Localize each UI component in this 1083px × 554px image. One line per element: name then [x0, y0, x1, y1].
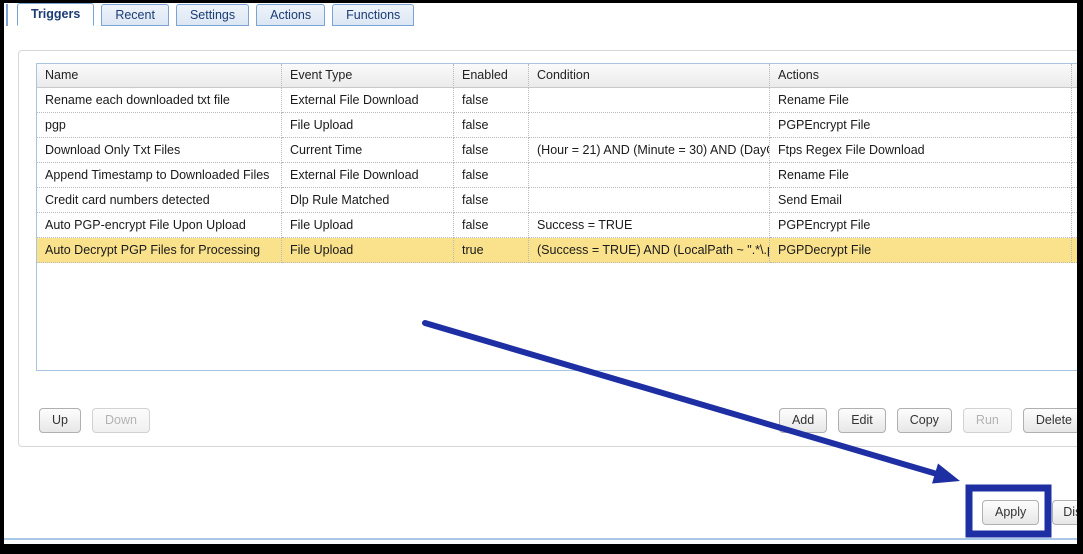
- cell-enabled: false: [454, 138, 529, 163]
- column-header-filler: [1072, 64, 1077, 88]
- crud-buttons: Add Edit Copy Run Delete: [779, 408, 1077, 433]
- table-row[interactable]: Rename each downloaded txt fileExternal …: [37, 88, 1077, 113]
- cell-name: Download Only Txt Files: [37, 138, 282, 163]
- cell-enabled: false: [454, 213, 529, 238]
- cell-enabled: true: [454, 238, 529, 263]
- cell-actions: PGPEncrypt File: [770, 113, 1072, 138]
- table-row[interactable]: Download Only Txt FilesCurrent Timefalse…: [37, 138, 1077, 163]
- table-body: Rename each downloaded txt fileExternal …: [37, 88, 1077, 263]
- triggers-panel: Name Event Type Enabled Condition Action…: [18, 50, 1077, 447]
- copy-button[interactable]: Copy: [897, 408, 952, 433]
- cell-event-type: External File Download: [282, 163, 454, 188]
- triggers-table: Name Event Type Enabled Condition Action…: [36, 63, 1077, 371]
- tab-bar: Triggers Recent Settings Actions Functio…: [4, 3, 414, 26]
- column-header-name[interactable]: Name: [37, 64, 282, 88]
- cell-event-type: Current Time: [282, 138, 454, 163]
- column-header-actions[interactable]: Actions: [770, 64, 1072, 88]
- cell-condition: [529, 163, 770, 188]
- cell-condition: (Hour = 21) AND (Minute = 30) AND (DayOf…: [529, 138, 770, 163]
- cell-name: Append Timestamp to Downloaded Files: [37, 163, 282, 188]
- cell-condition: (Success = TRUE) AND (LocalPath ~ ".*\.p…: [529, 238, 770, 263]
- cell-name: pgp: [37, 113, 282, 138]
- cell-filler: [1072, 163, 1077, 188]
- table-toolbar: Up Down Add Edit Copy Run Delete: [39, 408, 1077, 433]
- run-button: Run: [963, 408, 1012, 433]
- cell-name: Auto PGP-encrypt File Upon Upload: [37, 213, 282, 238]
- cell-condition: [529, 188, 770, 213]
- screenshot-frame: Triggers Recent Settings Actions Functio…: [0, 0, 1083, 554]
- table-header-row: Name Event Type Enabled Condition Action…: [37, 64, 1077, 88]
- cell-actions: Rename File: [770, 88, 1072, 113]
- cell-enabled: false: [454, 188, 529, 213]
- delete-button[interactable]: Delete: [1023, 408, 1077, 433]
- bottom-divider: [4, 538, 1077, 540]
- table-row[interactable]: Append Timestamp to Downloaded FilesExte…: [37, 163, 1077, 188]
- apply-discard-row: Apply Discard: [982, 500, 1077, 525]
- cell-event-type: External File Download: [282, 88, 454, 113]
- app-window: Triggers Recent Settings Actions Functio…: [4, 3, 1077, 544]
- cell-enabled: false: [454, 113, 529, 138]
- discard-button[interactable]: Discard: [1052, 500, 1077, 525]
- tab-actions[interactable]: Actions: [256, 4, 325, 26]
- cell-filler: [1072, 113, 1077, 138]
- cell-event-type: File Upload: [282, 113, 454, 138]
- cell-event-type: File Upload: [282, 213, 454, 238]
- table-row[interactable]: Credit card numbers detectedDlp Rule Mat…: [37, 188, 1077, 213]
- column-header-event-type[interactable]: Event Type: [282, 64, 454, 88]
- cell-actions: Rename File: [770, 163, 1072, 188]
- cell-event-type: Dlp Rule Matched: [282, 188, 454, 213]
- reorder-buttons: Up Down: [39, 408, 150, 433]
- cell-name: Auto Decrypt PGP Files for Processing: [37, 238, 282, 263]
- cell-condition: Success = TRUE: [529, 213, 770, 238]
- tab-recent[interactable]: Recent: [101, 4, 169, 26]
- cell-actions: Send Email: [770, 188, 1072, 213]
- table-row[interactable]: Auto PGP-encrypt File Upon UploadFile Up…: [37, 213, 1077, 238]
- annotation-arrow-head: [932, 464, 960, 484]
- down-button: Down: [92, 408, 150, 433]
- cell-filler: [1072, 213, 1077, 238]
- edit-button[interactable]: Edit: [838, 408, 886, 433]
- column-header-enabled[interactable]: Enabled: [454, 64, 529, 88]
- cell-event-type: File Upload: [282, 238, 454, 263]
- cell-enabled: false: [454, 163, 529, 188]
- tab-settings[interactable]: Settings: [176, 4, 249, 26]
- cell-enabled: false: [454, 88, 529, 113]
- tab-bar-left-edge: [6, 4, 8, 26]
- apply-button[interactable]: Apply: [982, 500, 1039, 525]
- table-row[interactable]: pgpFile Uploadfalse PGPEncrypt File: [37, 113, 1077, 138]
- add-button[interactable]: Add: [779, 408, 827, 433]
- cell-filler: [1072, 138, 1077, 163]
- cell-filler: [1072, 88, 1077, 113]
- cell-condition: [529, 88, 770, 113]
- cell-name: Rename each downloaded txt file: [37, 88, 282, 113]
- table-row[interactable]: Auto Decrypt PGP Files for ProcessingFil…: [37, 238, 1077, 263]
- cell-actions: Ftps Regex File Download: [770, 138, 1072, 163]
- up-button[interactable]: Up: [39, 408, 81, 433]
- cell-actions: PGPEncrypt File: [770, 213, 1072, 238]
- cell-condition: [529, 113, 770, 138]
- cell-filler: [1072, 238, 1077, 263]
- cell-filler: [1072, 188, 1077, 213]
- cell-name: Credit card numbers detected: [37, 188, 282, 213]
- tab-functions[interactable]: Functions: [332, 4, 414, 26]
- column-header-condition[interactable]: Condition: [529, 64, 770, 88]
- tab-triggers[interactable]: Triggers: [17, 3, 94, 26]
- cell-actions: PGPDecrypt File: [770, 238, 1072, 263]
